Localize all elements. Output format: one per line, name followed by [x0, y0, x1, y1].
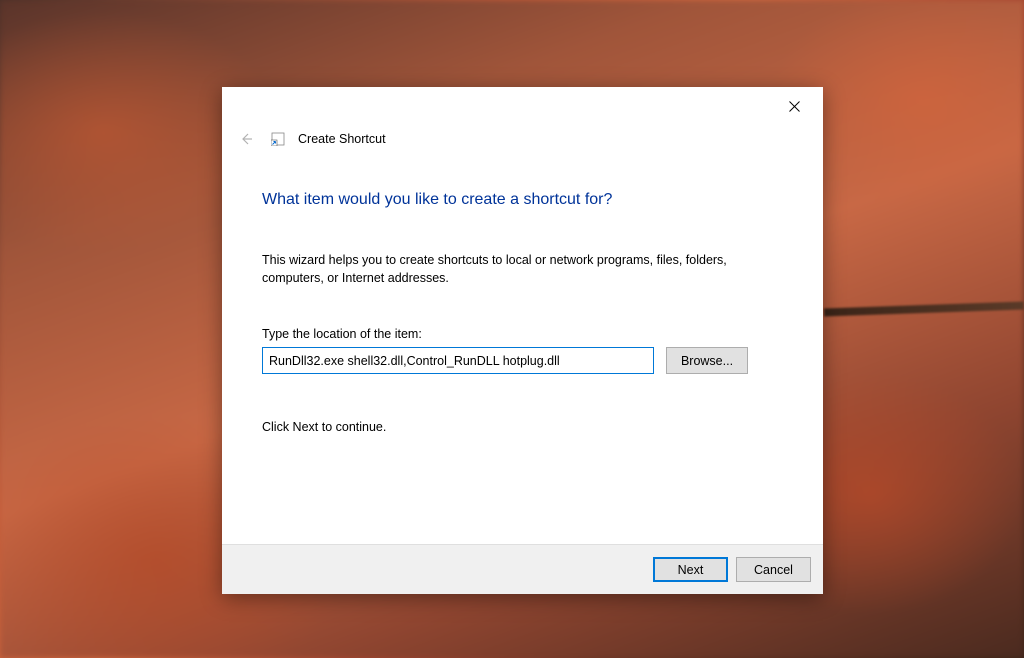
next-button[interactable]: Next: [653, 557, 728, 582]
location-input-label: Type the location of the item:: [262, 327, 783, 341]
close-button[interactable]: [772, 91, 817, 121]
location-input[interactable]: [262, 347, 654, 374]
dialog-footer: Next Cancel: [222, 544, 823, 594]
input-row: Browse...: [262, 347, 783, 374]
dialog-title: Create Shortcut: [298, 132, 386, 146]
dialog-body: What item would you like to create a sho…: [222, 153, 823, 544]
main-heading: What item would you like to create a sho…: [262, 191, 783, 209]
wizard-description: This wizard helps you to create shortcut…: [262, 251, 742, 287]
continue-instruction: Click Next to continue.: [262, 420, 783, 434]
browse-button[interactable]: Browse...: [666, 347, 748, 374]
dialog-header: Create Shortcut: [222, 125, 823, 153]
create-shortcut-dialog: Create Shortcut What item would you like…: [222, 87, 823, 594]
dialog-titlebar: [222, 87, 823, 125]
shortcut-icon: [270, 131, 286, 147]
back-arrow-icon: [238, 131, 254, 147]
close-icon: [789, 101, 800, 112]
cancel-button[interactable]: Cancel: [736, 557, 811, 582]
back-button[interactable]: [236, 129, 256, 149]
